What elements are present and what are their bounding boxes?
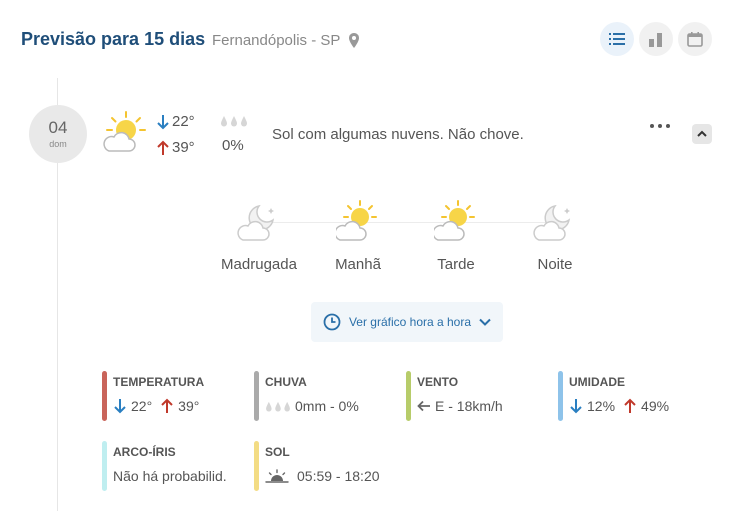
rain-values: 0mm - 0% (265, 398, 359, 414)
calendar-icon (687, 32, 703, 47)
wind-values: E - 18km/h (417, 398, 503, 414)
day-summary: Sol com algumas nuvens. Não chove. (272, 126, 524, 143)
humidity-max: 49% (641, 398, 670, 414)
arrow-left-icon (417, 400, 430, 412)
arrow-up-icon (157, 140, 169, 155)
date-weekday: dom (49, 139, 67, 149)
temp-max-value: 39° (172, 139, 195, 156)
arrow-down-icon (570, 399, 582, 414)
bar-chart-icon (649, 33, 662, 47)
rain-value: 0mm - 0% (295, 398, 359, 414)
arrow-up-icon (161, 398, 173, 413)
city-label[interactable]: Fernandópolis - SP (212, 32, 340, 49)
humidity-color-bar (558, 371, 563, 421)
period-label-noite: Noite (537, 256, 573, 273)
temperature-values: 22° 39° (113, 398, 199, 414)
temperature-color-bar (102, 371, 107, 421)
sun-color-bar (254, 441, 259, 491)
moon-cloud-icon (237, 204, 275, 241)
sun-title: SOL (265, 445, 290, 459)
arrow-down-icon (157, 114, 169, 129)
hourly-chart-label: Ver gráfico hora a hora (348, 315, 472, 329)
arrow-down-icon (114, 399, 126, 414)
chevron-down-icon (479, 318, 491, 326)
rainbow-value: Não há probabilid. (113, 468, 227, 484)
temp-min-value: 22° (172, 113, 195, 130)
sun-cloud-icon (103, 111, 146, 152)
humidity-min: 12% (587, 398, 616, 414)
rainbow-detail: ARCO-ÍRIS Não há probabilid. (102, 441, 247, 491)
rain-drops-icon (266, 401, 290, 412)
humidity-detail: UMIDADE 12% 49% (558, 371, 698, 421)
temperature-max: 39° (178, 398, 200, 414)
temp-min: 22° (156, 113, 195, 130)
arrow-up-icon (624, 398, 636, 413)
sun-value: 05:59 - 18:20 (297, 468, 380, 484)
period-label-manha: Manhã (335, 256, 381, 273)
rain-detail: CHUVA 0mm - 0% (254, 371, 394, 421)
temperature-title: TEMPERATURA (113, 375, 205, 389)
list-icon (609, 33, 625, 45)
rain-drops-icon (221, 116, 247, 127)
page-title: Previsão para 15 dias (21, 29, 206, 49)
humidity-title: UMIDADE (569, 375, 625, 389)
calendar-view-button[interactable] (678, 22, 712, 56)
list-view-button[interactable] (600, 22, 634, 56)
wind-value: E - 18km/h (435, 398, 503, 414)
date-number: 04 (48, 118, 68, 137)
sun-values: 05:59 - 18:20 (265, 468, 380, 484)
temperature-min: 22° (131, 398, 153, 414)
sun-cloud-icon (434, 200, 475, 241)
sunrise-icon (265, 469, 289, 483)
date-badge: 04 dom (29, 105, 87, 163)
chart-view-button[interactable] (639, 22, 673, 56)
collapse-button[interactable] (692, 124, 712, 144)
rainbow-color-bar (102, 441, 107, 491)
rainbow-title: ARCO-ÍRIS (113, 445, 176, 459)
moon-cloud-icon (533, 204, 571, 241)
location-pin-icon[interactable] (348, 33, 360, 49)
period-label-madrugada: Madrugada (221, 256, 297, 273)
hourly-chart-button[interactable]: Ver gráfico hora a hora (311, 302, 503, 342)
rain-probability: 0% (222, 137, 244, 154)
wind-title: VENTO (417, 375, 459, 389)
humidity-values: 12% 49% (569, 398, 669, 414)
sun-detail: SOL 05:59 - 18:20 (254, 441, 404, 491)
more-options-button[interactable] (650, 124, 670, 128)
rain-color-bar (254, 371, 259, 421)
rainbow-values: Não há probabilid. (113, 468, 227, 484)
sun-cloud-icon (336, 200, 377, 241)
temp-max: 39° (156, 139, 195, 156)
periods-connector (265, 222, 555, 223)
clock-icon (323, 313, 341, 331)
rain-title: CHUVA (265, 375, 307, 389)
temperature-detail: TEMPERATURA 22° 39° (102, 371, 242, 421)
wind-detail: VENTO E - 18km/h (406, 371, 546, 421)
chevron-up-icon (697, 130, 707, 137)
wind-color-bar (406, 371, 411, 421)
period-label-tarde: Tarde (437, 256, 475, 273)
